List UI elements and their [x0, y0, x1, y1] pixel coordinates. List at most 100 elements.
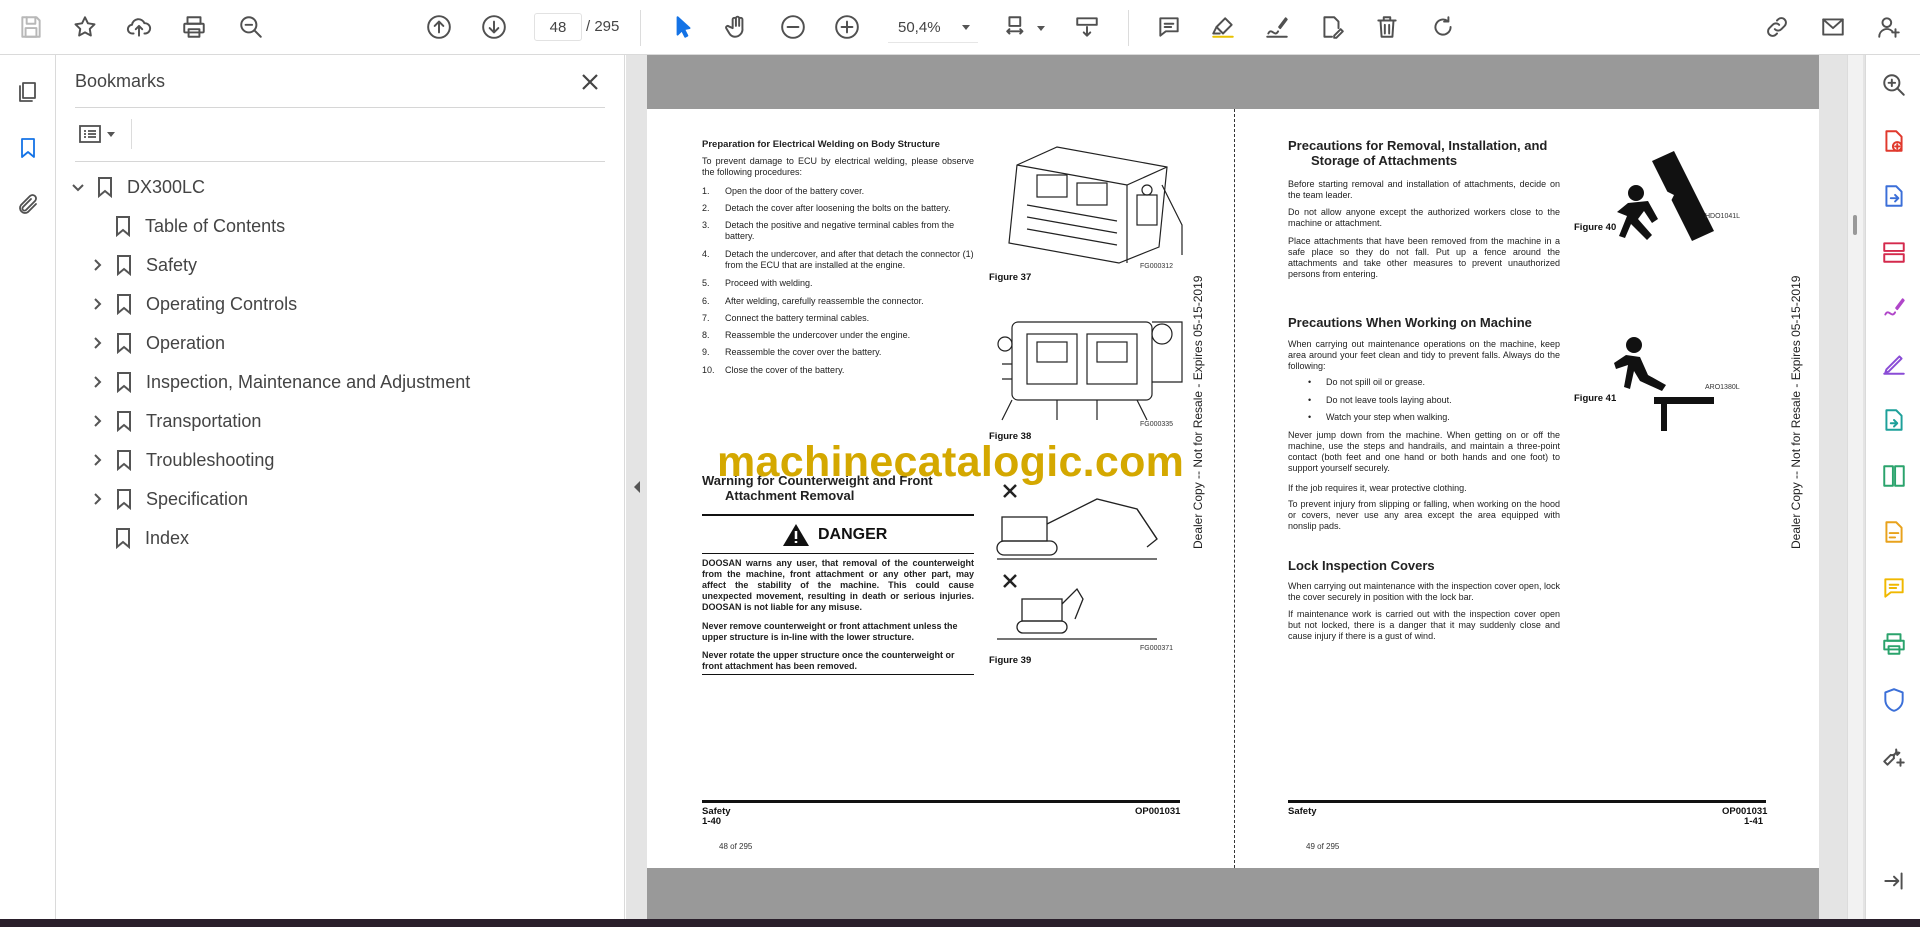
- comment-icon[interactable]: [1152, 10, 1186, 44]
- attachments-icon[interactable]: [12, 189, 44, 221]
- bookmark-item[interactable]: Operation: [88, 328, 225, 358]
- vertical-note: Dealer Copy -- Not for Resale - Expires …: [1191, 275, 1205, 549]
- mail-icon[interactable]: [1816, 10, 1850, 44]
- document-scrollbar[interactable]: [1847, 55, 1863, 919]
- paragraph: Never jump down from the machine. When g…: [1288, 430, 1560, 473]
- step-text: Detach the undercover, and after that de…: [725, 249, 974, 270]
- bullet-item: Do not spill oil or grease.: [1326, 377, 1426, 387]
- zoom-select[interactable]: 50,4%: [888, 13, 978, 43]
- bookmark-item[interactable]: DX300LC: [69, 172, 205, 202]
- paragraph: If maintenance work is carried out with …: [1288, 609, 1560, 641]
- print-production-icon[interactable]: [1878, 628, 1910, 660]
- edit-pdf-icon[interactable]: [1315, 10, 1349, 44]
- page-49: Precautions for Removal, Installation, a…: [1288, 138, 1803, 851]
- watermark: machinecatalogic.com: [717, 438, 1185, 486]
- step-text: Detach the positive and negative termina…: [725, 220, 955, 241]
- os-taskbar-edge: [0, 919, 1920, 927]
- zoom-value: 50,4%: [898, 19, 941, 36]
- export-pdf-icon[interactable]: [1878, 180, 1910, 212]
- print-icon[interactable]: [177, 10, 211, 44]
- prev-page-icon[interactable]: [422, 10, 456, 44]
- step-number: 7.: [702, 313, 710, 323]
- chevron-right-icon[interactable]: [88, 451, 106, 469]
- figure-code: FG000312: [1140, 263, 1174, 270]
- chevron-right-icon[interactable]: [88, 412, 106, 430]
- main-toolbar: / 295 50,4%: [0, 0, 1920, 55]
- bookmark-label: Table of Contents: [145, 215, 286, 236]
- page-number-input[interactable]: [534, 13, 582, 41]
- compare-icon[interactable]: [1878, 460, 1910, 492]
- save-icon[interactable]: [14, 10, 48, 44]
- bookmark-item[interactable]: Troubleshooting: [88, 445, 274, 475]
- close-icon[interactable]: [577, 69, 603, 95]
- hand-icon[interactable]: [720, 10, 754, 44]
- collapse-panel-icon[interactable]: [1878, 865, 1910, 897]
- thumbnails-icon[interactable]: [12, 76, 44, 108]
- fill-sign-icon[interactable]: [1878, 292, 1910, 324]
- bookmark-label: Specification: [146, 488, 249, 509]
- edit-file-icon[interactable]: [1878, 516, 1910, 548]
- bookmark-item[interactable]: Index: [115, 523, 189, 553]
- bookmark-icon: [116, 371, 132, 394]
- more-tools-icon[interactable]: [1878, 740, 1910, 772]
- chevron-right-icon[interactable]: [88, 295, 106, 313]
- page-gap-top: [647, 55, 1819, 109]
- bookmark-item[interactable]: Table of Contents: [115, 211, 285, 241]
- page-fit-icon[interactable]: [1000, 10, 1034, 44]
- warning-triangle-icon: [783, 524, 809, 546]
- highlight-icon[interactable]: [1206, 10, 1240, 44]
- select-cursor-icon[interactable]: [666, 10, 700, 44]
- chevron-right-icon[interactable]: [88, 490, 106, 508]
- figure-code: FG000335: [1140, 421, 1174, 428]
- step-text: Reassemble the cover over the battery.: [725, 347, 882, 357]
- step-number: 10.: [702, 365, 715, 375]
- bookmark-star-icon[interactable]: [68, 10, 102, 44]
- paragraph: To prevent damage to ECU by electrical w…: [702, 156, 974, 177]
- danger-paragraph: Never remove counterweight or front atta…: [702, 621, 958, 642]
- zoom-out-icon[interactable]: [776, 10, 810, 44]
- bookmark-label: Troubleshooting: [146, 449, 275, 470]
- send-file-icon[interactable]: [1878, 404, 1910, 436]
- organize-pages-icon[interactable]: [1878, 236, 1910, 268]
- bookmark-item[interactable]: Transportation: [88, 406, 261, 436]
- bookmark-options-button[interactable]: [75, 119, 121, 149]
- share-link-icon[interactable]: [1760, 10, 1794, 44]
- panel-title: Bookmarks: [75, 71, 166, 91]
- bookmark-item[interactable]: Specification: [88, 484, 248, 514]
- collapse-left-panel-icon[interactable]: [631, 479, 643, 495]
- paragraph: Place attachments that have been removed…: [1288, 236, 1560, 279]
- next-page-icon[interactable]: [477, 10, 511, 44]
- falling-attachment-pictogram: [1617, 151, 1714, 241]
- figure-code: FG000371: [1140, 645, 1174, 652]
- bookmark-item[interactable]: Inspection, Maintenance and Adjustment: [88, 367, 470, 397]
- section-heading: Attachment Removal: [725, 488, 855, 503]
- rotate-icon[interactable]: [1426, 10, 1460, 44]
- chevron-down-icon[interactable]: [1037, 26, 1045, 31]
- chevron-down-icon[interactable]: [69, 178, 87, 196]
- sign-pen-icon[interactable]: [1878, 348, 1910, 380]
- chevron-right-icon[interactable]: [88, 334, 106, 352]
- step-number: 8.: [702, 330, 710, 340]
- comment-tool-icon[interactable]: [1878, 572, 1910, 604]
- bookmark-item[interactable]: Operating Controls: [88, 289, 297, 319]
- chevron-right-icon[interactable]: [88, 256, 106, 274]
- search-zoom-icon[interactable]: [234, 10, 268, 44]
- scroll-mode-icon[interactable]: [1070, 10, 1104, 44]
- bookmarks-icon[interactable]: [12, 132, 44, 164]
- engine-ecu-illustration: [997, 321, 1183, 421]
- upload-icon[interactable]: [122, 10, 156, 44]
- bookmark-item[interactable]: Safety: [88, 250, 197, 280]
- battery-box-illustration: [1008, 146, 1183, 264]
- account-icon[interactable]: [1872, 10, 1906, 44]
- zoom-in-icon[interactable]: [830, 10, 864, 44]
- scrollbar-thumb[interactable]: [1853, 215, 1857, 235]
- chevron-right-icon[interactable]: [88, 373, 106, 391]
- create-pdf-icon[interactable]: [1878, 125, 1910, 157]
- step-number: 3.: [702, 220, 710, 230]
- sign-icon[interactable]: [1260, 10, 1294, 44]
- zoom-search-icon[interactable]: [1878, 69, 1910, 101]
- section-heading: Precautions for Removal, Installation, a…: [1288, 138, 1548, 153]
- delete-icon[interactable]: [1370, 10, 1404, 44]
- paragraph: When carrying out maintenance operations…: [1288, 339, 1560, 371]
- protect-icon[interactable]: [1878, 684, 1910, 716]
